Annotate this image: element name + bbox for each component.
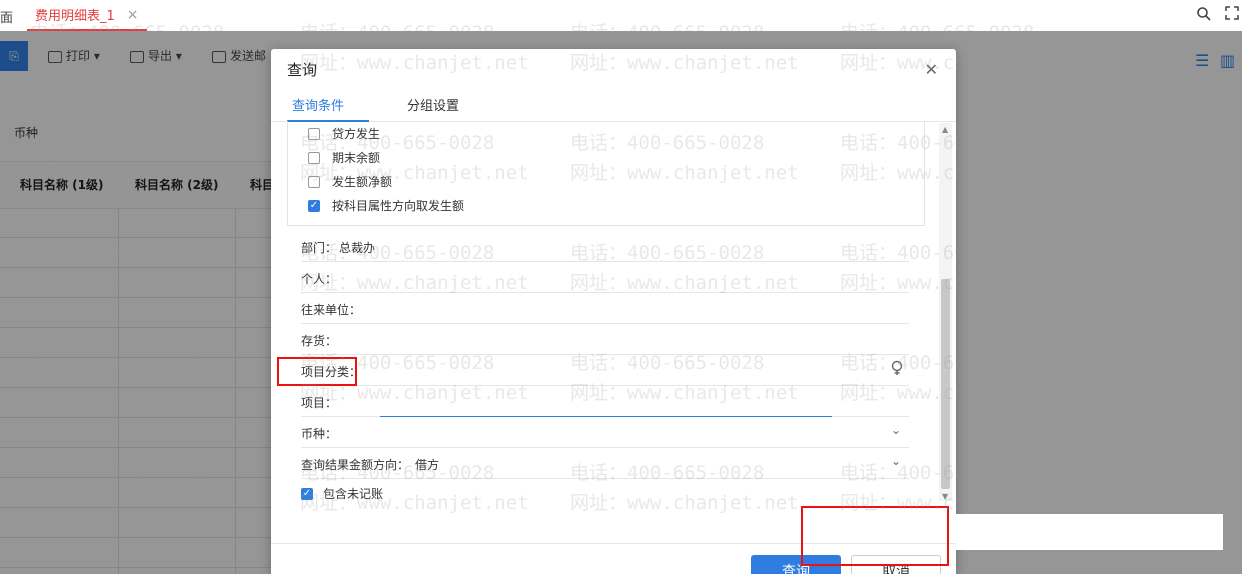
- tab-group-settings[interactable]: 分组设置: [407, 95, 459, 114]
- field-value: 总裁办: [339, 241, 376, 255]
- field-label: 存货：: [301, 334, 338, 348]
- partner-field[interactable]: 往来单位：: [301, 293, 909, 324]
- amount-options-panel: 贷方发生 期末余额 发生额净额 ✓ 按科目属性方向取发生额: [287, 121, 925, 226]
- highlight-box: [277, 357, 357, 386]
- field-label: 币种：: [301, 427, 338, 441]
- checkbox-credit-amount[interactable]: 贷方发生: [308, 125, 380, 142]
- checkbox-label: 包含未记账: [323, 487, 384, 501]
- field-value: 借方: [415, 458, 440, 472]
- close-icon[interactable]: ×: [127, 7, 139, 23]
- fullscreen-icon[interactable]: [1225, 6, 1239, 24]
- highlight-box: [801, 506, 949, 566]
- checkbox[interactable]: [308, 127, 320, 140]
- tab-query-conditions[interactable]: 查询条件: [292, 95, 344, 114]
- inventory-field[interactable]: 存货：: [301, 324, 909, 355]
- field-label: 往来单位：: [301, 303, 362, 317]
- scroll-up-icon[interactable]: ▲: [942, 125, 948, 134]
- checkbox-label: 贷方发生: [332, 127, 381, 141]
- blank-panel: [956, 514, 1223, 550]
- field-label: 项目：: [301, 396, 338, 410]
- field-label: 个人：: [301, 272, 338, 286]
- tab-previous[interactable]: 面: [0, 7, 13, 26]
- checkbox-direction-by-account[interactable]: ✓ 按科目属性方向取发生额: [308, 197, 464, 214]
- chevron-down-icon[interactable]: ⌄: [891, 423, 901, 437]
- checkbox-closing-balance[interactable]: 期末余额: [308, 149, 380, 166]
- project-field[interactable]: 项目：: [301, 386, 909, 417]
- checkbox[interactable]: [308, 175, 320, 188]
- project-category-field[interactable]: 项目分类：: [301, 355, 909, 386]
- checkbox[interactable]: [308, 151, 320, 164]
- chevron-down-icon[interactable]: ⌄: [891, 454, 901, 468]
- checkbox-label: 按科目属性方向取发生额: [332, 199, 465, 213]
- department-field[interactable]: 部门： 总裁办: [301, 231, 909, 262]
- dialog-title: 查询: [287, 61, 318, 79]
- scroll-down-icon[interactable]: ▼: [942, 492, 948, 501]
- checkbox-include-unposted[interactable]: ✓ 包含未记账: [301, 485, 383, 502]
- checkbox-label: 发生额净额: [332, 175, 393, 189]
- query-dialog: 查询 ✕ 查询条件 分组设置 贷方发生 期末余额 发生额净额 ✓ 按科目属性方向…: [271, 49, 956, 574]
- person-field[interactable]: 个人：: [301, 262, 909, 293]
- checkbox-label: 期末余额: [332, 151, 381, 165]
- currency-select[interactable]: 币种： ⌄: [301, 417, 909, 448]
- scrollbar-thumb[interactable]: [941, 279, 950, 489]
- dialog-tabs: 查询条件 分组设置: [271, 89, 956, 122]
- tab-expense-detail[interactable]: 费用明细表_1 ×: [27, 0, 147, 31]
- close-icon[interactable]: ✕: [925, 60, 938, 79]
- search-icon[interactable]: [1196, 6, 1212, 26]
- field-label: 部门：: [301, 241, 338, 255]
- amount-direction-select[interactable]: 查询结果金额方向： 借方 ⌄: [301, 448, 909, 479]
- search-icon[interactable]: [889, 360, 905, 379]
- tab-label: 费用明细表_1: [35, 9, 115, 24]
- checkbox-checked[interactable]: ✓: [308, 199, 320, 212]
- checkbox-checked[interactable]: ✓: [301, 487, 313, 500]
- tab-bar: 面 费用明细表_1 ×: [0, 0, 1242, 32]
- checkbox-net-amount[interactable]: 发生额净额: [308, 173, 392, 190]
- field-label: 查询结果金额方向：: [301, 458, 410, 472]
